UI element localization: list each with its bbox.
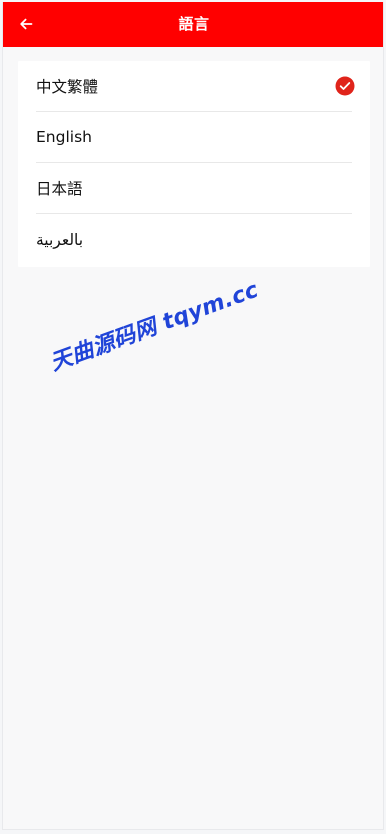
language-list: 中文繁體 English 日本語 بالعربية	[18, 61, 370, 267]
language-option-label: 中文繁體	[36, 78, 99, 96]
page-title: 語言	[178, 15, 210, 33]
language-option-label: بالعربية	[36, 230, 84, 249]
language-option-japanese[interactable]: 日本語	[36, 163, 352, 214]
language-option-label: 日本語	[36, 180, 83, 198]
language-option-english[interactable]: English	[36, 112, 352, 163]
language-option-arabic[interactable]: بالعربية	[36, 214, 352, 265]
top-navigation-bar: 語言	[3, 2, 383, 47]
language-option-label: English	[36, 128, 92, 146]
language-option-chinese-traditional[interactable]: 中文繁體	[36, 61, 355, 112]
language-settings-screen: 語言 中文繁體 English 日本語 بالعربية 天曲源码网 tqym.…	[2, 2, 384, 830]
check-circle-icon	[335, 76, 355, 96]
watermark-text: 天曲源码网 tqym.cc	[47, 277, 262, 377]
